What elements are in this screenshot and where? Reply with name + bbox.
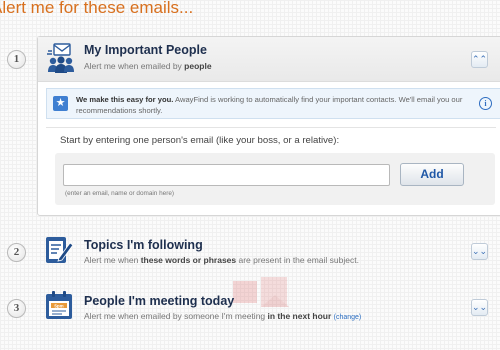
expand-button[interactable]: ⌄⌄ [471,243,488,260]
step-number-2: 2 [7,243,26,262]
important-people-panel: My Important People Alert me when emaile… [37,36,500,307]
chevron-up-icon: ⌃⌃ [472,54,488,64]
step-number-1: 1 [7,50,26,69]
people-mail-icon [47,43,74,73]
divider [46,127,496,128]
collapse-button[interactable]: ⌃⌃ [471,51,488,68]
email-input[interactable] [63,164,390,186]
watermark-logo [233,277,289,307]
star-icon: ★ [53,96,68,111]
section-subtitle: Alert me when emailed by someone I'm mee… [84,311,362,321]
important-people-header[interactable]: My Important People Alert me when emaile… [38,37,500,82]
info-icon[interactable]: i [479,97,492,110]
chevron-down-icon: ⌄⌄ [472,302,488,312]
section-title[interactable]: Topics I'm following [84,238,203,252]
entry-prompt: Start by entering one person's email (li… [60,135,340,146]
section-title: My Important People [84,43,207,57]
calendar-icon: 5pm [46,291,72,319]
page-title: Alert me for these emails... [0,0,194,17]
section-subtitle: Alert me when these words or phrases are… [84,255,359,265]
change-link[interactable]: (change) [334,314,362,321]
input-hint: (enter an email, name or domain here) [65,190,175,197]
expand-button[interactable]: ⌄⌄ [471,299,488,316]
document-pen-icon [46,237,74,263]
svg-text:5pm: 5pm [54,303,63,308]
chevron-down-icon: ⌄⌄ [472,246,488,256]
section-subtitle: Alert me when emailed by people [84,61,212,71]
info-text: We make this easy for you. AwayFind is w… [76,95,463,115]
email-entry-panel: Add (enter an email, name or domain here… [55,153,495,307]
section-title[interactable]: People I'm meeting today [84,294,234,308]
add-button[interactable]: Add [400,163,464,186]
step-number-3: 3 [7,299,26,318]
info-notice: ★ We make this easy for you. AwayFind is… [46,88,500,119]
